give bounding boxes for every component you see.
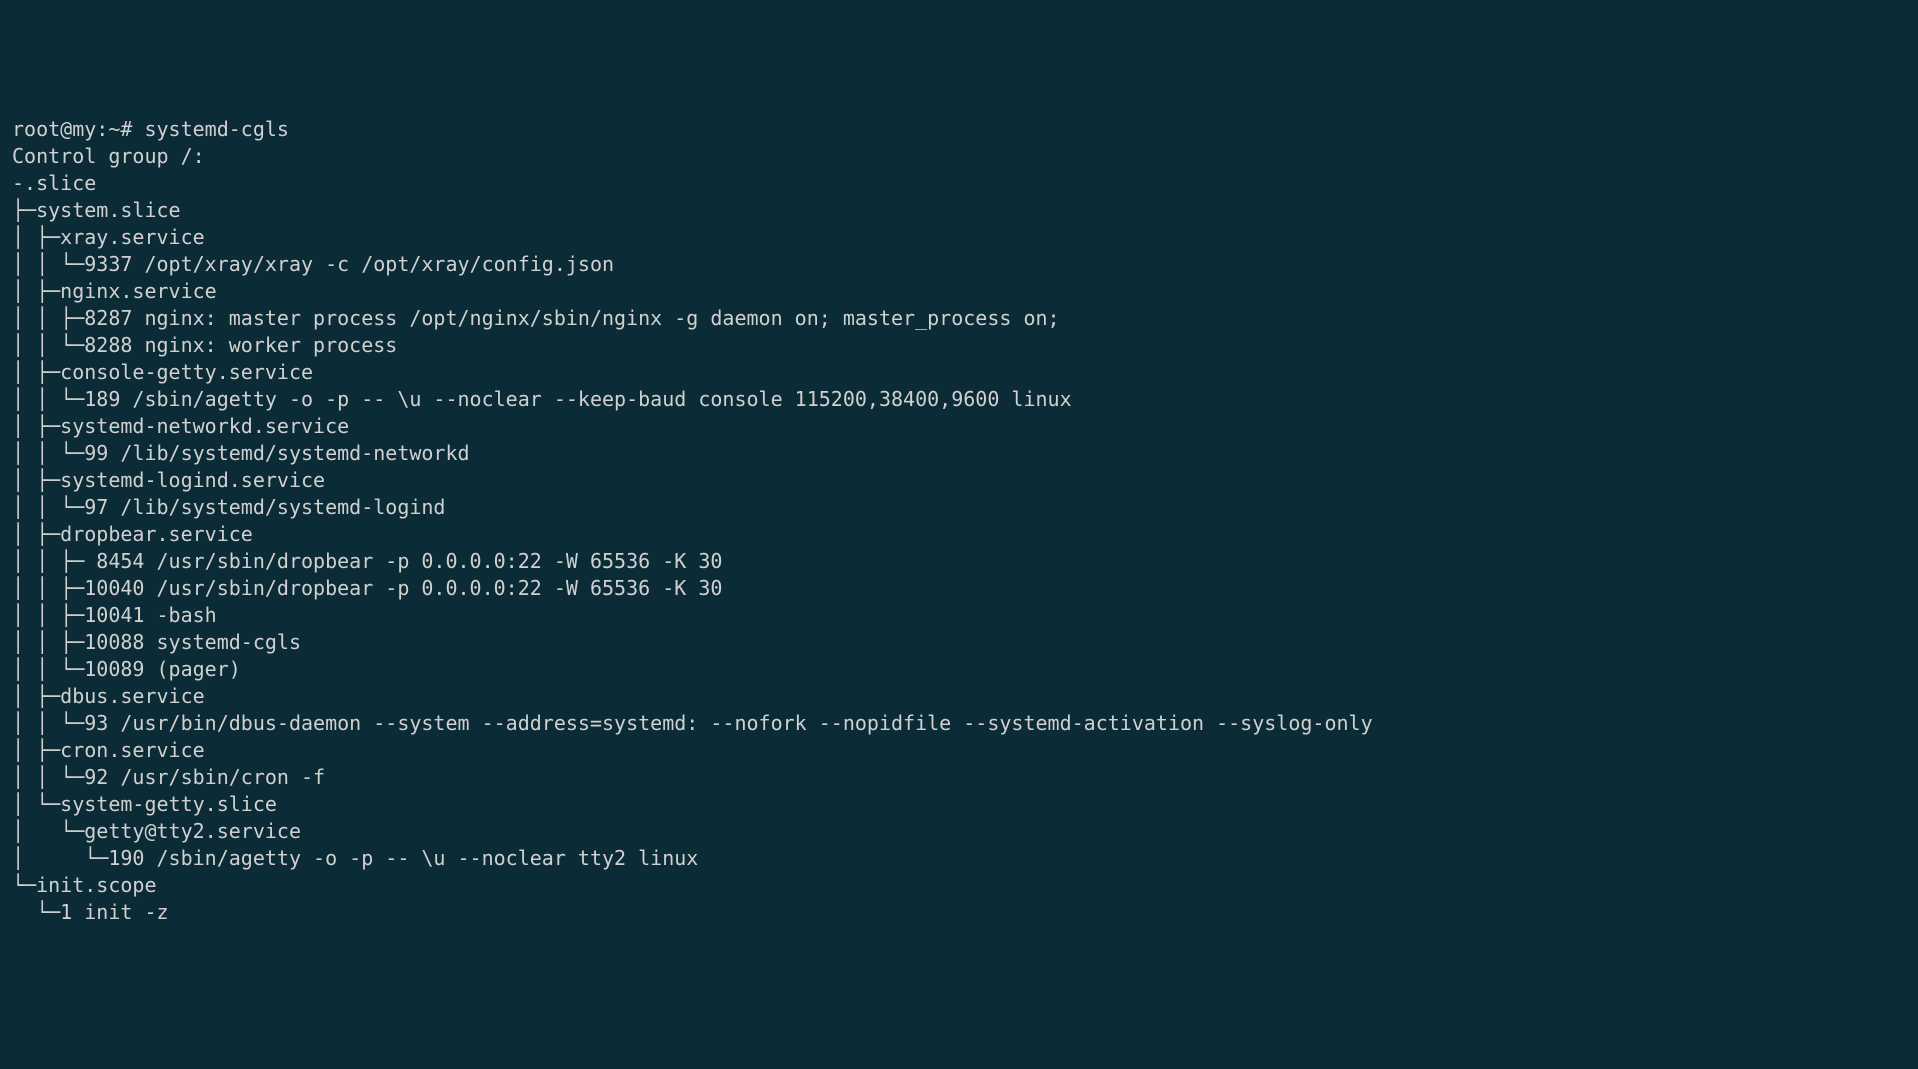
output-line: -.slice	[12, 170, 1906, 197]
output-line: │ ├─console-getty.service	[12, 359, 1906, 386]
output-line: │ │ └─93 /usr/bin/dbus-daemon --system -…	[12, 710, 1906, 737]
output-line: │ │ ├─10041 -bash	[12, 602, 1906, 629]
output-line: │ │ ├─ 8454 /usr/sbin/dropbear -p 0.0.0.…	[12, 548, 1906, 575]
output-line: │ └─190 /sbin/agetty -o -p -- \u --nocle…	[12, 845, 1906, 872]
output-line: │ │ └─92 /usr/sbin/cron -f	[12, 764, 1906, 791]
output-line: │ │ ├─10088 systemd-cgls	[12, 629, 1906, 656]
output-line: └─1 init -z	[12, 899, 1906, 926]
terminal-output: root@my:~# systemd-cglsControl group /:-…	[12, 116, 1906, 926]
output-line: │ └─getty@tty2.service	[12, 818, 1906, 845]
shell-prompt: root@my:~#	[12, 117, 144, 141]
output-line: │ ├─xray.service	[12, 224, 1906, 251]
output-line: │ │ └─97 /lib/systemd/systemd-logind	[12, 494, 1906, 521]
output-line: │ ├─cron.service	[12, 737, 1906, 764]
output-line: │ ├─systemd-logind.service	[12, 467, 1906, 494]
command-text: systemd-cgls	[144, 117, 289, 141]
output-line: │ │ └─8288 nginx: worker process	[12, 332, 1906, 359]
output-line: │ │ └─189 /sbin/agetty -o -p -- \u --noc…	[12, 386, 1906, 413]
output-line: ├─system.slice	[12, 197, 1906, 224]
output-line: │ ├─dropbear.service	[12, 521, 1906, 548]
output-line: └─init.scope	[12, 872, 1906, 899]
output-line: │ │ └─9337 /opt/xray/xray -c /opt/xray/c…	[12, 251, 1906, 278]
output-line: Control group /:	[12, 143, 1906, 170]
output-line: │ ├─nginx.service	[12, 278, 1906, 305]
output-line: │ │ ├─8287 nginx: master process /opt/ng…	[12, 305, 1906, 332]
output-line: │ │ ├─10040 /usr/sbin/dropbear -p 0.0.0.…	[12, 575, 1906, 602]
output-line: │ │ └─99 /lib/systemd/systemd-networkd	[12, 440, 1906, 467]
prompt-line[interactable]: root@my:~# systemd-cgls	[12, 116, 1906, 143]
output-line: │ │ └─10089 (pager)	[12, 656, 1906, 683]
output-line: │ └─system-getty.slice	[12, 791, 1906, 818]
output-line: │ ├─dbus.service	[12, 683, 1906, 710]
output-line: │ ├─systemd-networkd.service	[12, 413, 1906, 440]
